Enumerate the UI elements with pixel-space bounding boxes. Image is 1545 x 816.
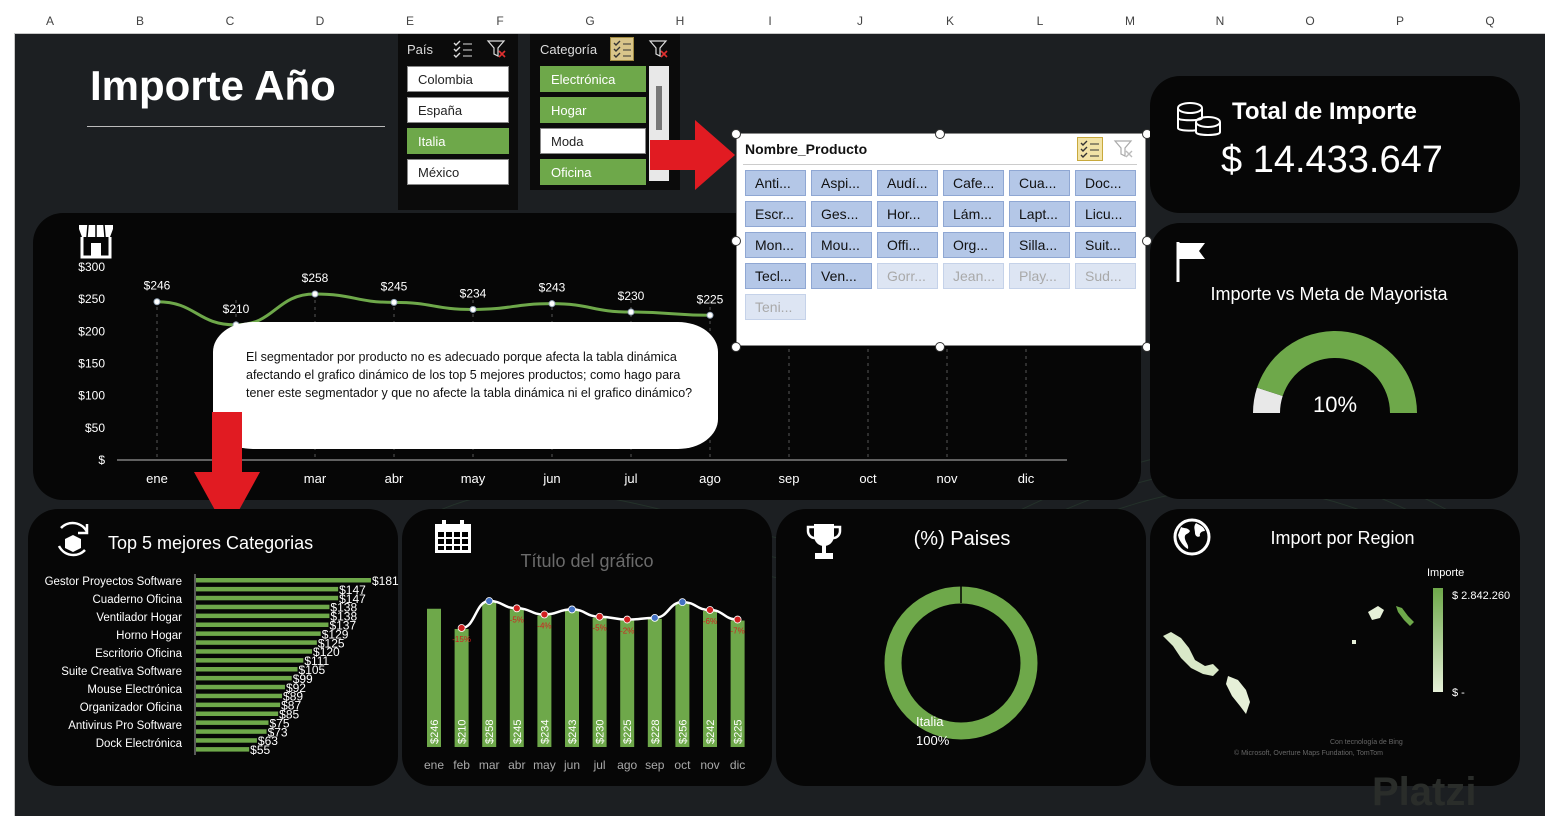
region-map (1163, 606, 1414, 714)
platzi-watermark: Platzi (1372, 770, 1477, 814)
map-credit-copyright: © Microsoft, Overture Maps Fundation, To… (1234, 750, 1383, 757)
map-credit-bing: Con tecnología de Bing (1330, 739, 1403, 746)
